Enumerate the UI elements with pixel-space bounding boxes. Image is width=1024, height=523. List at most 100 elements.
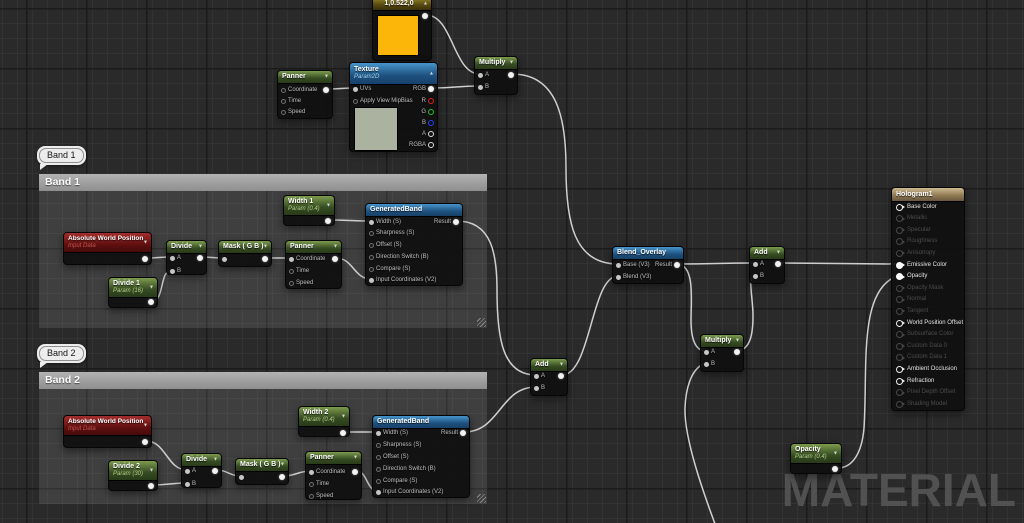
node-mask-gb-2[interactable]: Mask ( G B )▼ — [235, 458, 289, 485]
input-pin[interactable] — [753, 262, 758, 267]
node-header[interactable]: GeneratedBand — [366, 204, 462, 217]
node-header[interactable]: GeneratedBand — [373, 416, 469, 429]
node-add-mid[interactable]: Add▼AB — [530, 358, 568, 396]
input-pin[interactable] — [376, 479, 381, 484]
collapse-chevron-icon[interactable]: ▼ — [353, 456, 358, 461]
output-pin[interactable] — [142, 439, 148, 445]
input-pin[interactable] — [753, 274, 758, 279]
wire-add-to-blend-blend[interactable] — [562, 276, 618, 375]
collapse-chevron-icon[interactable]: ▼ — [559, 363, 564, 368]
material-input-pin[interactable] — [896, 320, 903, 327]
input-pin[interactable] — [534, 374, 539, 379]
node-header[interactable]: Divide 2Param (30)▼ — [109, 461, 157, 481]
output-pin[interactable] — [428, 120, 434, 126]
node-divide-param-1[interactable]: Divide 1Param (16)▼ — [108, 277, 158, 308]
wire-multiply-to-blend-base[interactable] — [512, 74, 618, 264]
collapse-chevron-icon[interactable]: ▼ — [735, 339, 740, 344]
node-header[interactable]: Blend_Overlay — [613, 247, 683, 260]
input-pin[interactable] — [281, 88, 286, 93]
output-pin[interactable] — [352, 469, 358, 475]
input-pin[interactable] — [353, 99, 358, 104]
input-pin[interactable] — [309, 482, 314, 487]
node-generated-band-1[interactable]: GeneratedBandWidth (S)Sharpness (S)Offse… — [365, 203, 463, 286]
output-pin[interactable] — [323, 87, 329, 93]
input-pin[interactable] — [185, 469, 190, 474]
collapse-chevron-icon[interactable]: ▼ — [143, 240, 148, 245]
output-pin[interactable] — [428, 98, 434, 104]
collapse-chevron-icon[interactable]: ▼ — [143, 423, 148, 428]
node-panner-2[interactable]: Panner▼CoordinateTimeSpeed — [305, 451, 362, 500]
material-input-pin[interactable] — [896, 238, 903, 245]
output-pin[interactable] — [422, 13, 428, 19]
material-input-pin[interactable] — [896, 308, 903, 315]
node-divide-param-2[interactable]: Divide 2Param (30)▼ — [108, 460, 158, 491]
node-opacity-param[interactable]: OpacityParam (0.4)▼ — [790, 443, 842, 474]
input-pin[interactable] — [281, 110, 286, 115]
node-header[interactable]: Multiply▼ — [475, 57, 517, 70]
node-header[interactable]: Divide 1Param (16)▼ — [109, 278, 157, 298]
node-multiply-top[interactable]: Multiply▼AB — [474, 56, 518, 95]
output-pin[interactable] — [332, 256, 338, 262]
material-graph-canvas[interactable]: MATERIAL Band 1Band 1Band 2Band 21,0.522… — [0, 0, 1024, 523]
wire-opacity-to-opacity-pin[interactable] — [836, 276, 897, 468]
material-input-pin[interactable] — [896, 204, 903, 211]
collapse-chevron-icon[interactable]: ▼ — [509, 61, 514, 66]
node-header[interactable]: Divide▼ — [182, 454, 221, 467]
output-pin[interactable] — [142, 256, 148, 262]
node-abs-world-position-1[interactable]: Absolute World PositionInput Data▼ — [63, 232, 152, 265]
material-input-pin[interactable] — [896, 343, 903, 350]
material-input-pin[interactable] — [896, 296, 903, 303]
wire-genband2-to-add-b[interactable] — [464, 387, 536, 432]
output-pin[interactable] — [674, 262, 680, 268]
material-input-pin[interactable] — [896, 389, 903, 396]
node-generated-band-2[interactable]: GeneratedBandWidth (S)Sharpness (S)Offse… — [372, 415, 470, 498]
material-input-pin[interactable] — [896, 250, 903, 257]
material-input-pin[interactable] — [896, 331, 903, 338]
input-pin[interactable] — [353, 87, 358, 92]
output-pin[interactable] — [340, 430, 346, 436]
node-header[interactable]: Panner▼ — [306, 452, 361, 465]
wire-offscreen-to-multiply-b[interactable] — [685, 363, 718, 523]
input-pin[interactable] — [478, 85, 483, 90]
node-header[interactable]: Add▼ — [531, 359, 567, 372]
input-pin[interactable] — [616, 275, 621, 280]
input-pin[interactable] — [369, 255, 374, 260]
material-input-pin[interactable] — [896, 215, 903, 222]
collapse-chevron-icon[interactable]: ▼ — [149, 468, 154, 473]
output-pin[interactable] — [148, 299, 154, 305]
output-pin[interactable] — [734, 349, 740, 355]
output-pin[interactable] — [148, 483, 154, 489]
output-pin[interactable] — [212, 468, 218, 474]
material-input-pin[interactable] — [896, 378, 903, 385]
input-pin[interactable] — [369, 220, 374, 225]
collapse-chevron-icon[interactable]: ▼ — [333, 245, 338, 250]
input-pin[interactable] — [376, 467, 381, 472]
node-blend-overlay[interactable]: Blend_OverlayBase (V3)Blend (V3)Result — [612, 246, 684, 284]
input-pin[interactable] — [534, 386, 539, 391]
input-pin[interactable] — [376, 443, 381, 448]
node-header[interactable]: Width 1Param (0.4)▼ — [284, 196, 334, 216]
node-multiply-mid[interactable]: Multiply▼AB — [700, 334, 744, 372]
collapse-chevron-icon[interactable]: ▼ — [263, 245, 268, 250]
wire-texture-rgb-to-multiply-b[interactable] — [432, 86, 480, 88]
node-abs-world-position-2[interactable]: Absolute World PositionInput Data▼ — [63, 415, 152, 448]
output-pin[interactable] — [428, 86, 434, 92]
input-pin[interactable] — [239, 475, 244, 480]
input-pin[interactable] — [369, 267, 374, 272]
wire-genband1-to-add-a[interactable] — [457, 221, 536, 375]
node-color-constant[interactable]: 1,0.522,0▲ — [372, 0, 432, 61]
input-pin[interactable] — [376, 490, 381, 495]
collapse-chevron-icon[interactable]: ▼ — [326, 203, 331, 208]
output-pin[interactable] — [460, 430, 466, 436]
input-pin[interactable] — [281, 99, 286, 104]
collapse-chevron-icon[interactable]: ▲ — [423, 2, 428, 7]
node-panner-1[interactable]: Panner▼CoordinateTimeSpeed — [285, 240, 342, 289]
output-pin[interactable] — [428, 131, 434, 137]
node-header[interactable]: Add▼ — [750, 247, 784, 260]
node-header[interactable]: Divide▼ — [167, 241, 206, 254]
input-pin[interactable] — [289, 269, 294, 274]
node-width-1[interactable]: Width 1Param (0.4)▼ — [283, 195, 335, 226]
material-input-pin[interactable] — [896, 401, 903, 408]
collapse-chevron-icon[interactable]: ▼ — [198, 245, 203, 250]
wire-add-right-to-emissive[interactable] — [779, 263, 897, 264]
